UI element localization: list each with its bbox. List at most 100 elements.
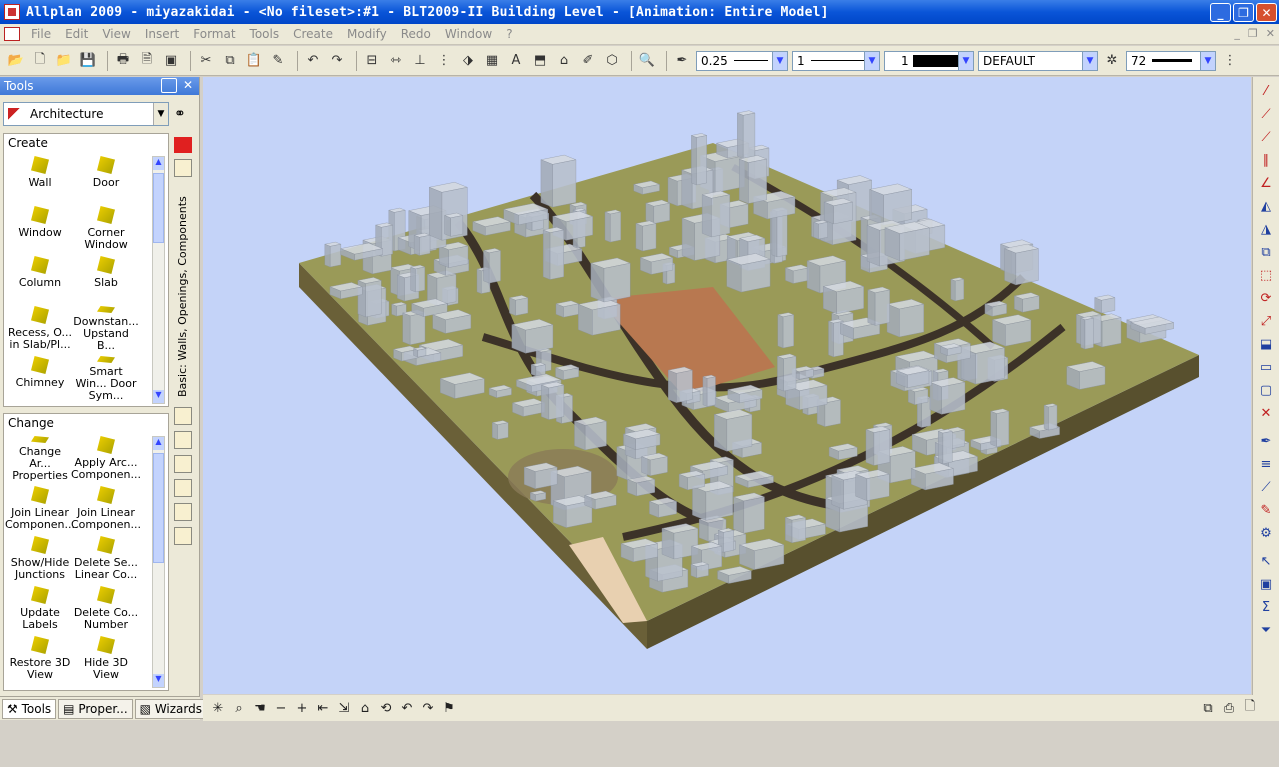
scroll-thumb[interactable] (153, 453, 164, 563)
open-project-icon[interactable]: 📂 (6, 51, 26, 71)
redo-icon[interactable]: ↷ (327, 51, 347, 71)
sum-icon[interactable]: Σ (1257, 598, 1275, 616)
open-file-icon[interactable]: 📁 (54, 51, 74, 71)
chevron-down-icon[interactable]: ▼ (958, 51, 973, 70)
close-button[interactable]: ✕ (1256, 3, 1277, 22)
palette-red-tab-icon[interactable] (174, 137, 192, 153)
pattern-icon[interactable]: ✲ (1102, 51, 1122, 71)
menu-create[interactable]: Create (286, 27, 340, 41)
eyedropper-icon[interactable]: ✒ (1257, 432, 1275, 450)
tool-downstand[interactable]: Downstan... Upstand B... (73, 302, 139, 352)
trim-icon[interactable]: ▢ (1257, 381, 1275, 399)
move-icon[interactable]: ⬚ (1257, 266, 1275, 284)
print-preview-icon[interactable]: 🗎 (137, 51, 157, 71)
chevron-down-icon[interactable]: ▼ (153, 103, 168, 125)
tool-chimney[interactable]: Chimney (7, 352, 73, 402)
mirror-copy-icon[interactable]: ◮ (1257, 220, 1275, 238)
layer-select[interactable]: DEFAULT ▼ (978, 50, 1098, 71)
tool-apply-arch-component[interactable]: Apply Arc... Componen... (71, 432, 141, 482)
rotate-icon[interactable]: ⟳ (1257, 289, 1275, 307)
line-format-icon[interactable]: ≡ (1257, 455, 1275, 473)
menu-redo[interactable]: Redo (394, 27, 438, 41)
orbit-icon[interactable]: ⟲ (377, 701, 395, 716)
color-select[interactable]: 1 ▼ (884, 50, 974, 71)
document-icon[interactable] (4, 27, 20, 41)
new-file-icon[interactable]: 🗋 (30, 51, 50, 71)
format-painter-icon[interactable]: ✎ (268, 51, 288, 71)
pen-modify-icon[interactable]: ✎ (1257, 501, 1275, 519)
delete-icon[interactable]: ✕ (1257, 404, 1275, 422)
tab-tools[interactable]: ⚒ Tools (2, 698, 57, 719)
help-search-icon[interactable]: 🔍 (637, 51, 657, 71)
tool-show-hide-junctions[interactable]: Show/Hide Junctions (7, 532, 73, 582)
plot-icon[interactable]: ▣ (161, 51, 181, 71)
close-icon[interactable]: ✕ (180, 78, 196, 93)
previous-view-icon[interactable]: ⇤ (314, 701, 332, 716)
tab-icon-6[interactable] (174, 527, 192, 545)
allplan-app-icon[interactable] (4, 4, 20, 20)
create-scrollbar[interactable]: ▲ ▼ (152, 156, 165, 404)
scroll-down-icon[interactable]: ▼ (153, 674, 164, 687)
edit-pen-icon[interactable]: ✐ (578, 51, 598, 71)
chevron-down-icon[interactable]: ▼ (864, 51, 879, 70)
copy-elements-icon[interactable]: ⧉ (1257, 243, 1275, 261)
stairs-tab-icon[interactable] (174, 455, 192, 473)
regenerate-icon[interactable]: ✳ (209, 701, 227, 716)
menu-window[interactable]: Window (438, 27, 499, 41)
tab-icon-2[interactable] (174, 431, 192, 449)
animation-viewport[interactable] (203, 77, 1251, 694)
change-scrollbar[interactable]: ▲ ▼ (152, 436, 165, 688)
pen-thickness-select[interactable]: 0.25 ▼ (696, 50, 788, 71)
menu-format[interactable]: Format (186, 27, 242, 41)
eyedropper-icon[interactable]: ✒ (672, 51, 692, 71)
zoom-in-icon[interactable]: + (293, 701, 311, 716)
angle-icon[interactable]: ∠ (1257, 174, 1275, 192)
menu-help[interactable]: ? (499, 27, 519, 41)
mdi-close-icon[interactable]: ✕ (1266, 27, 1275, 40)
zoom-window-icon[interactable]: ⌕ (230, 701, 248, 716)
polyline-icon[interactable]: ⟋ (1257, 128, 1275, 146)
print-view-icon[interactable]: ⎙ (1220, 701, 1238, 716)
tool-window[interactable]: Window (7, 202, 73, 252)
text-icon[interactable]: A (506, 51, 526, 71)
save-icon[interactable]: 💾 (78, 51, 98, 71)
tool-column[interactable]: Column (7, 252, 73, 302)
tool-wall[interactable]: Wall (7, 152, 73, 202)
tool-update-labels[interactable]: Update Labels (7, 582, 73, 632)
tool-smart-window[interactable]: Smart Win... Door Sym... (73, 352, 139, 402)
menu-tools[interactable]: Tools (243, 27, 287, 41)
cube-icon[interactable]: ⬡ (602, 51, 622, 71)
binoculars-icon[interactable]: ⚭ (174, 106, 186, 122)
layer-icon[interactable]: ⬗ (458, 51, 478, 71)
tab-icon-4[interactable] (174, 479, 192, 497)
height-icon[interactable]: ⊥ (410, 51, 430, 71)
tool-slab[interactable]: Slab (73, 252, 139, 302)
minimize-button[interactable]: _ (1210, 3, 1231, 22)
cut-icon[interactable]: ✂ (196, 51, 216, 71)
building-icon[interactable]: ⌂ (554, 51, 574, 71)
tool-recess[interactable]: Recess, O... in Slab/Pl... (7, 302, 73, 352)
mdi-minimize-icon[interactable]: _ (1234, 27, 1240, 40)
options-icon[interactable]: ⋮ (434, 51, 454, 71)
scroll-up-icon[interactable]: ▲ (153, 437, 164, 450)
zoom-out-icon[interactable]: − (272, 701, 290, 716)
chevron-down-icon[interactable]: ▼ (1200, 51, 1215, 70)
home-view-icon[interactable]: ⌂ (356, 701, 374, 716)
copy-icon[interactable]: ⧉ (220, 51, 240, 71)
next-view-icon[interactable]: ⇲ (335, 701, 353, 716)
tool-hide-3d-view[interactable]: Hide 3D View (73, 632, 139, 682)
line-type-select[interactable]: 1 ▼ (792, 50, 880, 71)
fileset-icon[interactable]: ⬒ (530, 51, 550, 71)
line-style-select[interactable]: 72 ▼ (1126, 50, 1216, 71)
scale-icon[interactable]: ⤢ (1257, 312, 1275, 330)
bookmark-view-icon[interactable]: ⚑ (440, 701, 458, 716)
chevron-down-icon[interactable]: ▼ (1082, 51, 1097, 70)
tool-door[interactable]: Door (73, 152, 139, 202)
scroll-thumb[interactable] (153, 173, 164, 243)
mirror-icon[interactable]: ◭ (1257, 197, 1275, 215)
line-tool-icon[interactable]: ⟋ (1257, 105, 1275, 123)
window-layout-icon[interactable]: ⧉ (1199, 701, 1217, 716)
measure-icon[interactable]: ⊟ (362, 51, 382, 71)
stretch-icon[interactable]: ⬓ (1257, 335, 1275, 353)
toolbar-overflow-icon[interactable]: ⋮ (1220, 51, 1240, 71)
